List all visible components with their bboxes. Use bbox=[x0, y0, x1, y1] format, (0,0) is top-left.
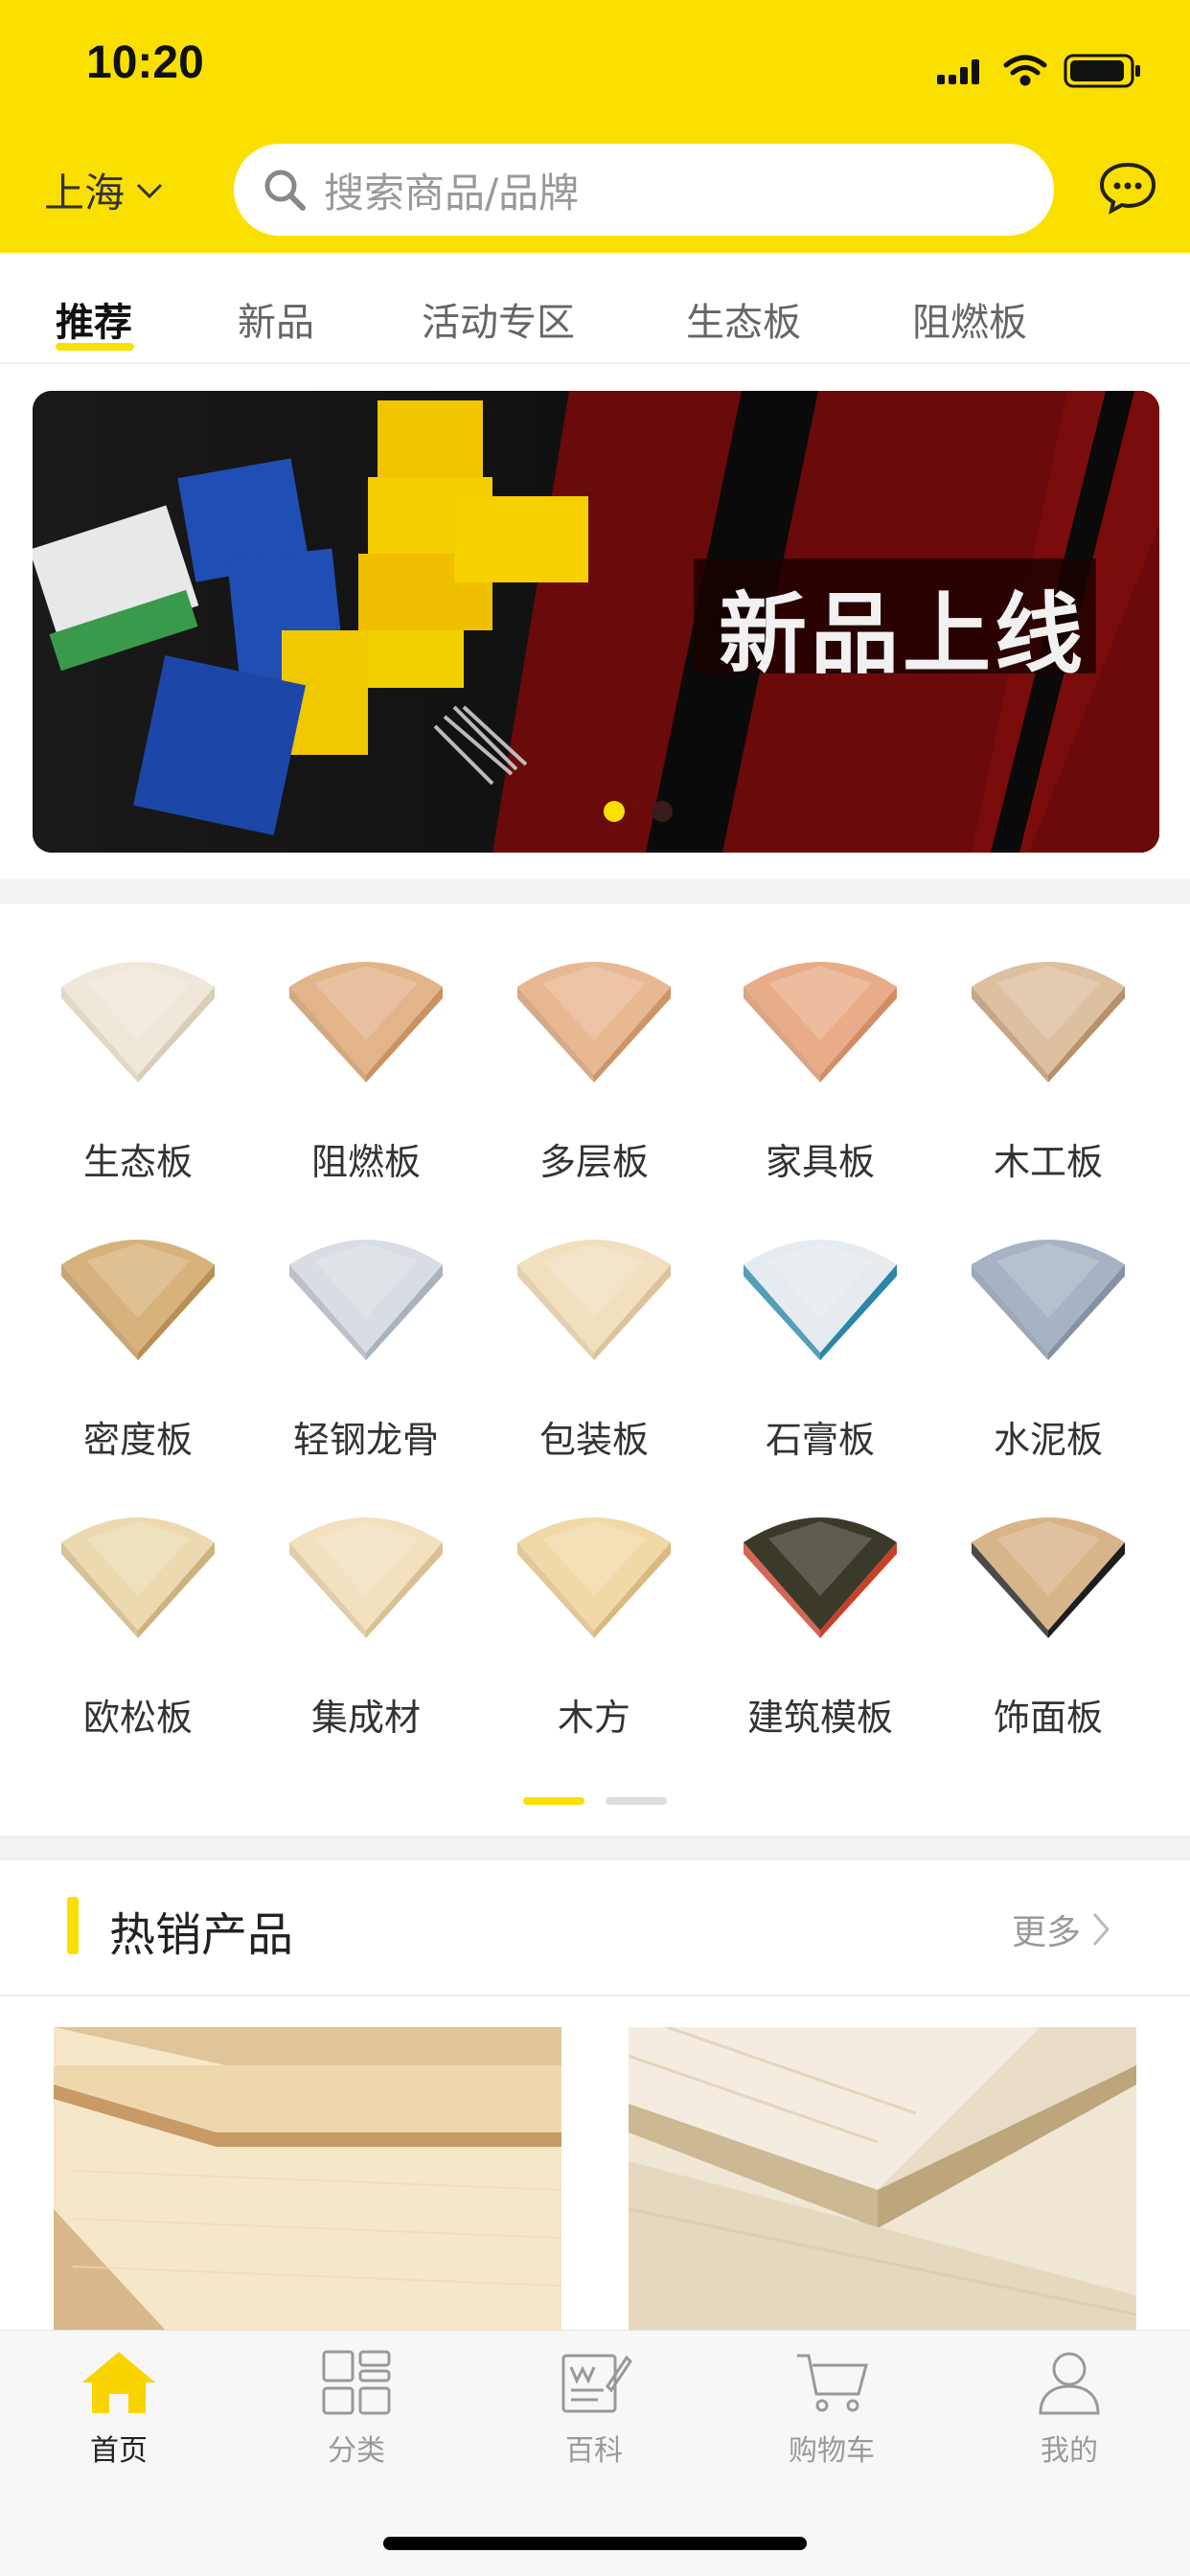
product-card-image[interactable] bbox=[629, 2027, 1136, 2334]
signal-icon bbox=[937, 59, 979, 84]
category-image bbox=[744, 1240, 897, 1360]
encyclopedia-icon bbox=[561, 2354, 632, 2413]
tab-fire-board[interactable]: 阻燃板 bbox=[912, 291, 1027, 347]
tab-promotions[interactable]: 活动专区 bbox=[422, 291, 575, 347]
category-label: 集成材 bbox=[310, 1697, 421, 1739]
hot-products-title: 热销产品 bbox=[109, 1908, 294, 1962]
chevron-down-icon bbox=[136, 183, 163, 198]
category-label: 阻燃板 bbox=[310, 1141, 421, 1183]
category-label: 石膏板 bbox=[765, 1419, 875, 1461]
category-image bbox=[972, 1240, 1125, 1360]
promo-banner[interactable]: 新品上线 bbox=[33, 391, 1159, 853]
category-item[interactable]: 密度板 bbox=[42, 1226, 234, 1463]
nav-encyclopedia-label: 百科 bbox=[565, 2434, 623, 2468]
category-item[interactable]: 阻燃板 bbox=[270, 948, 462, 1185]
category-item[interactable]: 多层板 bbox=[498, 948, 690, 1185]
category-label: 木工板 bbox=[993, 1141, 1103, 1183]
category-label: 木方 bbox=[557, 1697, 630, 1739]
more-label: 更多 bbox=[1012, 1913, 1082, 1952]
category-pager-dot bbox=[606, 1797, 667, 1805]
status-icons bbox=[937, 54, 1140, 88]
battery-icon bbox=[1064, 54, 1140, 88]
category-image bbox=[972, 962, 1125, 1083]
category-item[interactable]: 石膏板 bbox=[724, 1226, 916, 1463]
category-pager-active bbox=[523, 1797, 584, 1805]
home-icon bbox=[82, 2352, 155, 2413]
search-icon bbox=[264, 170, 306, 211]
category-item[interactable]: 集成材 bbox=[270, 1504, 462, 1741]
category-item[interactable]: 水泥板 bbox=[952, 1226, 1144, 1463]
tab-eco-board[interactable]: 生态板 bbox=[686, 291, 801, 347]
category-label: 建筑模板 bbox=[746, 1697, 893, 1739]
category-image bbox=[61, 1240, 215, 1360]
category-tabs: 推荐 新品 活动专区 生态板 阻燃板 bbox=[0, 253, 1190, 364]
category-label: 生态板 bbox=[82, 1141, 193, 1183]
category-image bbox=[744, 1517, 897, 1638]
tab-recommend[interactable]: 推荐 bbox=[56, 291, 132, 347]
category-image bbox=[289, 1240, 443, 1360]
section-accent-bar bbox=[67, 1897, 79, 1954]
category-image bbox=[289, 1517, 443, 1638]
nav-profile[interactable]: 我的 bbox=[973, 2348, 1165, 2469]
more-link[interactable]: 更多 bbox=[1012, 1904, 1111, 1954]
nav-profile-label: 我的 bbox=[1041, 2434, 1098, 2468]
nav-home[interactable]: 首页 bbox=[23, 2348, 215, 2469]
chat-bubble-icon[interactable] bbox=[1098, 161, 1157, 215]
category-item[interactable]: 饰面板 bbox=[952, 1504, 1144, 1741]
category-label: 多层板 bbox=[538, 1141, 649, 1183]
category-label: 水泥板 bbox=[993, 1419, 1103, 1461]
category-item[interactable]: 生态板 bbox=[42, 948, 234, 1185]
category-label: 饰面板 bbox=[993, 1697, 1103, 1739]
category-item[interactable]: 欧松板 bbox=[42, 1504, 234, 1741]
user-icon bbox=[1039, 2352, 1100, 2415]
category-item[interactable]: 轻钢龙骨 bbox=[270, 1226, 462, 1463]
nav-cart-label: 购物车 bbox=[789, 2434, 875, 2468]
category-label: 欧松板 bbox=[82, 1697, 193, 1739]
nav-category[interactable]: 分类 bbox=[261, 2348, 452, 2469]
banner-dot[interactable] bbox=[652, 801, 673, 822]
category-label: 轻钢龙骨 bbox=[292, 1419, 439, 1461]
category-image bbox=[517, 1240, 671, 1360]
category-label: 家具板 bbox=[765, 1141, 875, 1183]
category-item[interactable]: 家具板 bbox=[724, 948, 916, 1185]
nav-cart[interactable]: 购物车 bbox=[736, 2348, 927, 2469]
category-item[interactable]: 建筑模板 bbox=[724, 1504, 916, 1741]
city-label: 上海 bbox=[44, 170, 126, 217]
search-placeholder: 搜索商品/品牌 bbox=[324, 169, 580, 217]
category-image bbox=[61, 1517, 215, 1638]
search-bar[interactable]: 搜索商品/品牌 bbox=[234, 144, 1054, 236]
category-image bbox=[517, 962, 671, 1083]
banner-title: 新品上线 bbox=[719, 586, 1087, 684]
section-divider bbox=[0, 1835, 1190, 1860]
category-label: 包装板 bbox=[538, 1419, 649, 1461]
section-divider bbox=[0, 879, 1190, 904]
grid-icon bbox=[322, 2350, 391, 2415]
banner-dot-active[interactable] bbox=[604, 801, 625, 822]
divider bbox=[0, 1995, 1190, 1996]
category-item[interactable]: 木方 bbox=[498, 1504, 690, 1741]
category-image bbox=[972, 1517, 1125, 1638]
tab-new[interactable]: 新品 bbox=[238, 291, 314, 347]
nav-home-label: 首页 bbox=[90, 2434, 148, 2468]
city-selector[interactable]: 上海 bbox=[44, 161, 165, 219]
status-time: 10:20 bbox=[86, 37, 204, 88]
category-image bbox=[744, 962, 897, 1083]
tab-active-indicator bbox=[56, 343, 134, 351]
category-image bbox=[61, 962, 215, 1083]
nav-encyclopedia[interactable]: 百科 bbox=[498, 2348, 690, 2469]
category-item[interactable]: 包装板 bbox=[498, 1226, 690, 1463]
category-label: 密度板 bbox=[82, 1419, 193, 1461]
cart-icon bbox=[797, 2354, 868, 2412]
nav-category-label: 分类 bbox=[328, 2434, 385, 2468]
wifi-icon bbox=[1003, 55, 1047, 86]
chevron-right-icon bbox=[1092, 1913, 1110, 1946]
category-image bbox=[289, 962, 443, 1083]
category-item[interactable]: 木工板 bbox=[952, 948, 1144, 1185]
home-indicator bbox=[383, 2537, 807, 2550]
category-image bbox=[517, 1517, 671, 1638]
product-card-image[interactable] bbox=[54, 2027, 561, 2334]
